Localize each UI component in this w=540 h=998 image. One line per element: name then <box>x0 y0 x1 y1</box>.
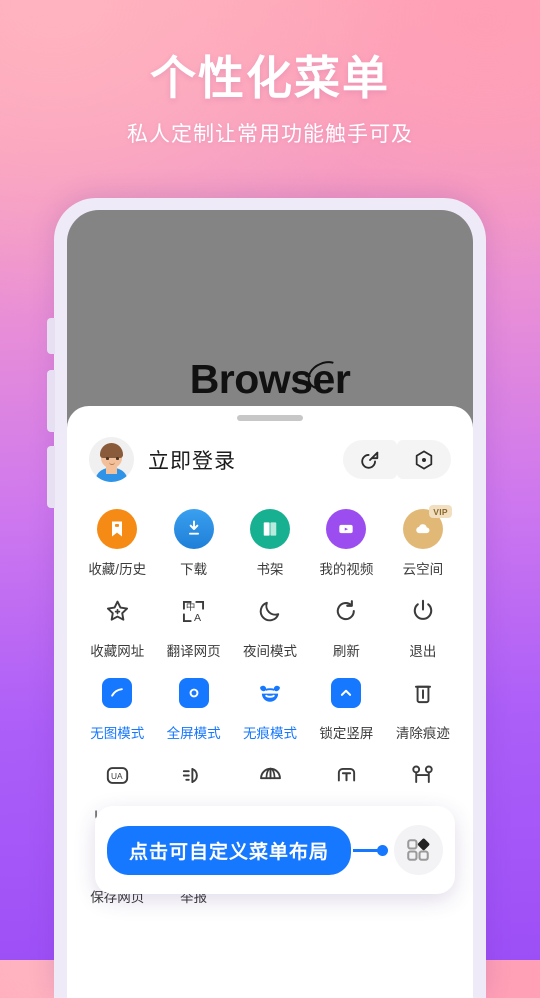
svg-text:A: A <box>194 612 202 624</box>
menu-item-label: 无痕模式 <box>243 726 298 741</box>
share-button[interactable] <box>343 440 397 479</box>
promo-header: 个性化菜单 私人定制让常用功能触手可及 <box>0 0 540 148</box>
menu-item-label: 云空间 <box>402 562 444 577</box>
page-title: 个性化菜单 <box>150 52 390 104</box>
svg-text:UA: UA <box>111 770 123 780</box>
menu-row-1: 收藏/历史 下载 书架 我的视频 VIP 云空间 <box>79 496 461 578</box>
avatar[interactable] <box>89 437 134 482</box>
cloud-icon <box>416 524 430 534</box>
moon-icon <box>259 601 280 622</box>
menu-item-refresh[interactable]: 刷新 <box>308 578 384 660</box>
account-actions <box>343 440 451 479</box>
connector-dot <box>376 844 388 856</box>
menu-item-label: 全屏模式 <box>166 726 221 741</box>
login-label[interactable]: 立即登录 <box>148 445 236 475</box>
menu-item-my-video[interactable]: 我的视频 <box>308 496 384 578</box>
lock-portrait-icon <box>331 678 362 708</box>
wordmark-e-with-swoosh: e <box>302 355 347 403</box>
vip-badge: VIP <box>429 505 452 518</box>
phone-button-volume-up <box>47 370 55 432</box>
menu-item-fullscreen-mode[interactable]: 全屏模式 <box>155 660 231 742</box>
star-plus-icon <box>106 600 128 621</box>
menu-row-3: 无图模式 全屏模式 无痕模式 锁定竖屏 清除痕迹 <box>79 660 461 742</box>
incognito-mask-icon <box>260 685 280 702</box>
menu-item-label: 收藏/历史 <box>88 562 147 577</box>
menu-item-bookshelf[interactable]: 书架 <box>232 496 308 578</box>
ua-icon: UA <box>106 766 128 784</box>
menu-item-label: 书架 <box>256 562 284 577</box>
settings-button[interactable] <box>397 440 451 479</box>
menu-item-label: 收藏网址 <box>90 644 145 659</box>
menu-item-cloud-space[interactable]: VIP 云空间 <box>385 496 461 578</box>
gesture-icon <box>412 765 434 783</box>
menu-bottom-sheet: 立即登录 收藏/历史 下载 书架 我的视频 VIP 云空间 收藏网址 中 A 翻… <box>67 406 473 998</box>
wordmark-part-1: Brows <box>189 356 313 402</box>
menu-item-label: 锁定竖屏 <box>319 726 374 741</box>
menu-item-clear-traces[interactable]: 清除痕迹 <box>385 660 461 742</box>
page-subtitle: 私人定制让常用功能触手可及 <box>127 122 413 146</box>
menu-item-exit[interactable]: 退出 <box>385 578 461 660</box>
browser-wordmark: Brows e r <box>67 355 473 403</box>
menu-item-no-image-mode[interactable]: 无图模式 <box>79 660 155 742</box>
connector-line <box>353 848 379 852</box>
refresh-icon <box>337 600 356 621</box>
menu-item-label: 清除痕迹 <box>395 726 450 741</box>
download-icon <box>188 520 199 535</box>
menu-item-label: 无图模式 <box>90 726 145 741</box>
no-image-icon <box>102 678 133 708</box>
grid-layout-icon <box>407 838 430 861</box>
customize-tooltip-card: 点击可自定义菜单布局 <box>95 806 455 894</box>
menu-item-label: 翻译网页 <box>166 644 221 659</box>
umbrella-icon <box>259 767 281 779</box>
menu-item-label: 刷新 <box>332 644 360 659</box>
menu-item-label: 我的视频 <box>319 562 374 577</box>
menu-item-label: 夜间模式 <box>243 644 298 659</box>
video-play-icon <box>339 524 354 534</box>
menu-item-label: 下载 <box>180 562 208 577</box>
trash-icon <box>414 685 431 704</box>
grid-layout-button[interactable] <box>393 825 444 875</box>
bookshelf-icon <box>263 522 277 536</box>
customize-menu-button[interactable]: 点击可自定义菜单布局 <box>107 825 352 875</box>
menu-item-favorites-history[interactable]: 收藏/历史 <box>79 496 155 578</box>
phone-button-volume-down <box>47 446 55 508</box>
bookmark-icon <box>112 521 123 537</box>
share-arrow-icon <box>361 451 379 469</box>
translate-icon: 中 A <box>183 600 205 624</box>
menu-item-incognito-mode[interactable]: 无痕模式 <box>232 660 308 742</box>
menu-item-bookmark-url[interactable]: 收藏网址 <box>79 578 155 660</box>
power-icon <box>413 599 433 620</box>
hex-settings-icon <box>415 450 433 469</box>
svg-text:中: 中 <box>186 600 195 612</box>
menu-item-translate-page[interactable]: 中 A 翻译网页 <box>155 578 231 660</box>
menu-item-label: 退出 <box>409 644 437 659</box>
menu-row-2: 收藏网址 中 A 翻译网页 夜间模式 刷新 退出 <box>79 578 461 660</box>
text-size-icon <box>337 767 356 781</box>
menu-item-downloads[interactable]: 下载 <box>155 496 231 578</box>
fullscreen-icon <box>178 678 209 708</box>
read-mode-icon <box>182 767 198 783</box>
account-row: 立即登录 <box>67 421 473 482</box>
phone-button-silent <box>47 318 55 354</box>
menu-item-night-mode[interactable]: 夜间模式 <box>232 578 308 660</box>
menu-item-lock-portrait[interactable]: 锁定竖屏 <box>308 660 384 742</box>
